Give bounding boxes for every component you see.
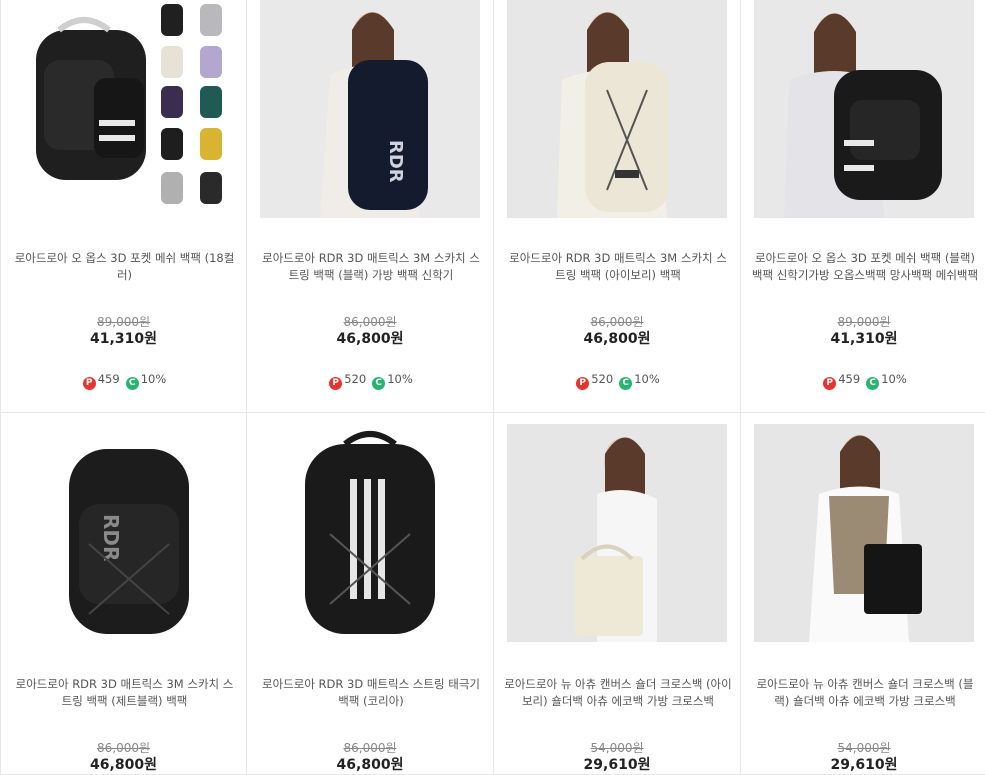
coupon-value: 10% [881,372,907,386]
product-title[interactable]: 로아드로아 뉴 아츄 캔버스 숄더 크로스백 (블랙) 숄더백 아츄 에코백 가… [751,676,979,710]
reward-info: P 520 C 10% [247,372,493,390]
product-title[interactable]: 로아드로아 RDR 3D 매트릭스 3M 스카치 스트링 백팩 (제트블랙) 백… [11,676,238,710]
product-title[interactable]: 로아드로아 RDR 3D 매트릭스 스트링 태극기 백팩 (코리아) [257,676,485,710]
sale-price: 29,610원 [583,757,651,773]
product-title[interactable]: 로아드로아 RDR 3D 매트릭스 3M 스카치 스트링 백팩 (아이보리) 백… [504,250,732,284]
sale-price: 46,800원 [583,331,651,347]
point-value: 459 [838,372,861,386]
product-image[interactable] [507,424,727,642]
product-image[interactable] [260,424,480,642]
sale-price: 29,610원 [830,757,898,773]
reward-info: P 520 C 10% [494,372,740,390]
coupon-icon: C [125,377,139,390]
product-image[interactable]: RDR [14,424,234,642]
point-icon: P [329,377,343,390]
product-card[interactable]: 로아드로아 뉴 아츄 캔버스 숄더 크로스백 (블랙) 숄더백 아츄 에코백 가… [741,413,985,775]
product-card[interactable]: RDR 로아드로아 RDR 3D 매트릭스 3M 스카치 스트링 백팩 (블랙)… [247,0,494,413]
svg-text:RDR: RDR [385,140,406,183]
point-value: 520 [344,372,367,386]
sale-price: 41,310원 [830,331,898,347]
sale-price: 46,800원 [90,757,157,773]
product-title[interactable]: 로아드로아 오 옵스 3D 포켓 메쉬 백팩 (블랙) 백팩 신학기가방 오옵스… [751,250,979,284]
product-card[interactable]: 로아드로아 RDR 3D 매트릭스 스트링 태극기 백팩 (코리아) 86,00… [247,413,494,775]
coupon-icon: C [619,377,633,390]
reward-info: P 459 C 10% [741,372,985,390]
product-title[interactable]: 로아드로아 RDR 3D 매트릭스 3M 스카치 스트링 백팩 (블랙) 가방 … [257,250,485,284]
coupon-icon: C [372,377,386,390]
product-image[interactable] [754,424,974,642]
point-icon: P [576,377,590,390]
product-image[interactable] [14,0,234,218]
product-image[interactable]: RDR [260,0,480,218]
product-image[interactable] [754,0,974,218]
point-icon: P [823,377,837,390]
product-card[interactable]: 로아드로아 오 옵스 3D 포켓 메쉬 백팩 (18컬러) 89,000원 41… [0,0,247,413]
point-value: 459 [97,372,120,386]
product-title[interactable]: 로아드로아 뉴 아츄 캔버스 숄더 크로스백 (아이보리) 숄더백 아츄 에코백… [504,676,732,710]
product-image[interactable] [507,0,727,218]
product-card[interactable]: RDR 로아드로아 RDR 3D 매트릭스 3M 스카치 스트링 백팩 (제트블… [0,413,247,775]
sale-price: 41,310원 [90,331,157,347]
coupon-icon: C [866,377,880,390]
point-icon: P [82,377,96,390]
product-card[interactable]: 로아드로아 오 옵스 3D 포켓 메쉬 백팩 (블랙) 백팩 신학기가방 오옵스… [741,0,985,413]
product-title[interactable]: 로아드로아 오 옵스 3D 포켓 메쉬 백팩 (18컬러) [11,250,238,284]
sale-price: 46,800원 [336,757,404,773]
coupon-value: 10% [387,372,413,386]
coupon-value: 10% [140,372,167,386]
point-value: 520 [591,372,614,386]
product-card[interactable]: 로아드로아 뉴 아츄 캔버스 숄더 크로스백 (아이보리) 숄더백 아츄 에코백… [494,413,741,775]
sale-price: 46,800원 [336,331,404,347]
product-card[interactable]: 로아드로아 RDR 3D 매트릭스 3M 스카치 스트링 백팩 (아이보리) 백… [494,0,741,413]
svg-text:RDR: RDR [99,514,123,561]
product-grid: 로아드로아 오 옵스 3D 포켓 메쉬 백팩 (18컬러) 89,000원 41… [0,0,985,775]
coupon-value: 10% [634,372,660,386]
reward-info: P 459 C 10% [1,372,246,390]
